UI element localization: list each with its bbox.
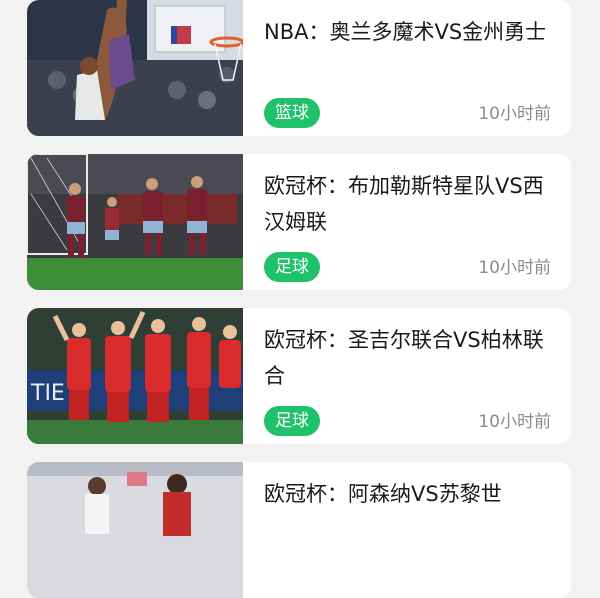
news-title[interactable]: NBA：奥兰多魔术VS金州勇士 [264, 14, 556, 50]
news-card[interactable]: 欧冠杯：阿森纳VS苏黎世 [27, 462, 571, 598]
news-title[interactable]: 欧冠杯：布加勒斯特星队VS西汉姆联 [264, 168, 556, 240]
timestamp: 10小时前 [478, 258, 551, 278]
news-card[interactable]: NBA：奥兰多魔术VS金州勇士 篮球 10小时前 [27, 0, 571, 136]
category-tag: 足球 [264, 252, 320, 282]
timestamp: 10小时前 [478, 412, 551, 432]
svg-text:TIE: TIE [30, 381, 65, 406]
news-thumbnail[interactable]: TIE [27, 308, 243, 444]
category-tag: 足球 [264, 406, 320, 436]
football-team-photo-icon: TIE [27, 308, 243, 444]
news-title[interactable]: 欧冠杯：阿森纳VS苏黎世 [264, 476, 556, 512]
news-thumbnail[interactable] [27, 462, 243, 598]
news-card[interactable]: 欧冠杯：布加勒斯特星队VS西汉姆联 足球 10小时前 [27, 154, 571, 290]
basketball-photo-icon [27, 0, 243, 136]
news-card[interactable]: TIE 欧冠杯：圣吉尔联合VS柏林联合 足球 10小时前 [27, 308, 571, 444]
news-thumbnail[interactable] [27, 154, 243, 290]
category-tag: 篮球 [264, 98, 320, 128]
news-thumbnail[interactable] [27, 0, 243, 136]
timestamp: 10小时前 [478, 104, 551, 124]
news-title[interactable]: 欧冠杯：圣吉尔联合VS柏林联合 [264, 322, 556, 394]
football-photo-icon [27, 154, 243, 290]
football-match-photo-icon [27, 462, 243, 598]
news-feed: NBA：奥兰多魔术VS金州勇士 篮球 10小时前 欧冠杯：布加勒斯特星队VS西汉… [0, 0, 600, 598]
